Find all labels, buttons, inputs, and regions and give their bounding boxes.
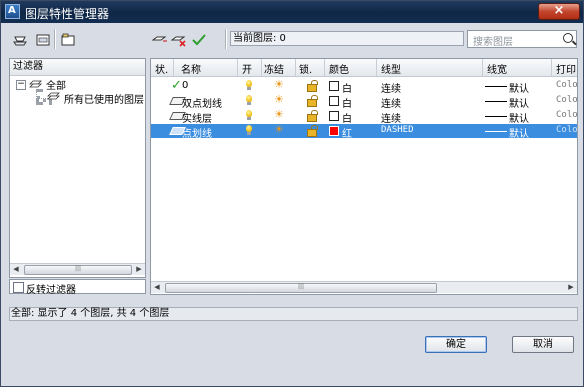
- tree-node-used-layers[interactable]: 所有已使用的图层: [64, 91, 144, 106]
- current-layer-display: 当前图层: 0: [230, 31, 464, 46]
- column-linetype[interactable]: 线型: [381, 61, 401, 76]
- new-property-filter-icon[interactable]: [12, 33, 28, 47]
- unlock-icon[interactable]: [307, 80, 318, 92]
- tree-collapse-icon[interactable]: −: [16, 80, 26, 90]
- tree-node-all[interactable]: 全部: [46, 77, 66, 92]
- title-bar[interactable]: A 图层特性管理器 ×: [1, 1, 583, 23]
- toolbar-separator: [54, 29, 56, 49]
- layer-name[interactable]: 0: [182, 80, 188, 91]
- color-swatch[interactable]: [329, 81, 339, 91]
- lineweight[interactable]: 默认: [509, 125, 529, 140]
- layer-properties-dialog: A 图层特性管理器 × 当前图层: 0 搜索图层 过滤器 − 全部 所有已使用的…: [0, 0, 584, 387]
- color-swatch[interactable]: [329, 126, 339, 136]
- scroll-thumb[interactable]: |||: [165, 283, 437, 293]
- cancel-button[interactable]: 取消: [512, 336, 574, 353]
- all-filter-icon: [29, 80, 42, 88]
- linetype[interactable]: 连续: [381, 110, 401, 125]
- window-title: 图层特性管理器: [25, 7, 110, 21]
- scroll-right-icon[interactable]: ▶: [133, 264, 145, 275]
- lineweight[interactable]: 默认: [509, 80, 529, 95]
- lineweight-sample: [485, 116, 507, 117]
- unlock-icon[interactable]: [307, 110, 318, 122]
- lineweight[interactable]: 默认: [509, 95, 529, 110]
- plot-style[interactable]: Colo: [556, 110, 577, 120]
- column-name[interactable]: 名称: [181, 61, 201, 76]
- ok-button[interactable]: 确定: [425, 336, 487, 353]
- layer-row[interactable]: 实线层 ☀ 白 连续 默认 Colo: [151, 109, 577, 125]
- tree-connector: [36, 89, 40, 105]
- new-group-filter-icon[interactable]: [35, 33, 51, 47]
- invert-filter-label: 反转过滤器: [26, 285, 76, 296]
- column-plot-style[interactable]: 打印: [556, 61, 576, 76]
- search-placeholder: 搜索图层: [473, 37, 513, 48]
- column-on[interactable]: 开: [242, 61, 252, 76]
- unlock-icon[interactable]: [307, 125, 318, 137]
- color-name[interactable]: 白: [342, 110, 352, 125]
- column-header-row: 状. 名称 开 冻结 锁. 颜色 线型 线宽 打印: [151, 59, 577, 77]
- column-freeze[interactable]: 冻结: [264, 61, 284, 76]
- lineweight-sample: [485, 101, 507, 102]
- column-lock[interactable]: 锁.: [299, 61, 312, 76]
- status-bar: 全部: 显示了 4 个图层, 共 4 个图层: [9, 307, 578, 321]
- color-name[interactable]: 红: [342, 125, 352, 140]
- layer-states-manager-icon[interactable]: [60, 33, 76, 47]
- layer-name[interactable]: 实线层: [182, 110, 212, 125]
- color-name[interactable]: 白: [342, 95, 352, 110]
- set-current-icon[interactable]: [191, 33, 207, 47]
- on-bulb-icon[interactable]: [246, 125, 252, 135]
- close-button[interactable]: ×: [538, 3, 580, 20]
- filter-horizontal-scrollbar[interactable]: ◀ ||| ▶: [10, 263, 145, 275]
- unlock-icon[interactable]: [307, 95, 318, 107]
- column-status[interactable]: 状.: [155, 61, 168, 76]
- plot-style[interactable]: Colo: [556, 125, 577, 135]
- lineweight-sample: [485, 86, 507, 87]
- layer-row[interactable]: 双点划线 ☀ 白 连续 默认 Colo: [151, 94, 577, 110]
- scroll-left-icon[interactable]: ◀: [151, 282, 163, 293]
- new-layer-icon[interactable]: [152, 33, 168, 47]
- column-lineweight[interactable]: 线宽: [487, 61, 507, 76]
- search-icon[interactable]: [563, 33, 573, 43]
- linetype[interactable]: 连续: [381, 95, 401, 110]
- layer-name[interactable]: 点划线: [182, 125, 212, 140]
- column-color[interactable]: 颜色: [329, 61, 349, 76]
- filter-tree-header: 过滤器: [10, 59, 145, 76]
- plot-style[interactable]: Colo: [556, 95, 577, 105]
- linetype[interactable]: 连续: [381, 80, 401, 95]
- layer-row-selected[interactable]: 点划线 ☀ 红 DASHED 默认 Colo: [151, 124, 577, 140]
- thaw-sun-icon[interactable]: ☀: [274, 94, 284, 106]
- layer-list-panel[interactable]: 状. 名称 开 冻结 锁. 颜色 线型 线宽 打印 ✓ 0 ☀ 白 连续 默认 …: [150, 58, 578, 295]
- on-bulb-icon[interactable]: [246, 95, 252, 105]
- thaw-sun-icon[interactable]: ☀: [274, 124, 284, 136]
- on-bulb-icon[interactable]: [246, 110, 252, 120]
- toolbar-separator: [225, 29, 227, 49]
- color-swatch[interactable]: [329, 111, 339, 121]
- invert-filter-checkbox[interactable]: [13, 282, 24, 293]
- on-bulb-icon[interactable]: [246, 80, 252, 90]
- scroll-thumb[interactable]: |||: [24, 265, 132, 275]
- delete-layer-icon[interactable]: [171, 33, 187, 47]
- plot-style[interactable]: Colo: [556, 80, 577, 90]
- color-swatch[interactable]: [329, 96, 339, 106]
- layer-row[interactable]: ✓ 0 ☀ 白 连续 默认 Colo: [151, 78, 577, 95]
- search-input[interactable]: 搜索图层: [467, 30, 577, 48]
- used-layers-filter-icon: [47, 92, 60, 100]
- linetype[interactable]: DASHED: [381, 125, 414, 135]
- scroll-left-icon[interactable]: ◀: [10, 264, 22, 275]
- scroll-right-icon[interactable]: ▶: [565, 282, 577, 293]
- thaw-sun-icon[interactable]: ☀: [274, 79, 284, 91]
- app-icon: A: [5, 4, 20, 19]
- layer-list-horizontal-scrollbar[interactable]: ◀ ||| ▶: [151, 281, 577, 293]
- filter-tree-panel[interactable]: 过滤器 − 全部 所有已使用的图层 ◀ ||| ▶: [9, 58, 146, 278]
- lineweight-sample: [485, 131, 507, 132]
- layer-name[interactable]: 双点划线: [182, 95, 222, 110]
- lineweight[interactable]: 默认: [509, 110, 529, 125]
- color-name[interactable]: 白: [342, 80, 352, 95]
- current-layer-check-icon: ✓: [171, 78, 182, 93]
- invert-filter-option[interactable]: 反转过滤器: [9, 279, 146, 296]
- thaw-sun-icon[interactable]: ☀: [274, 109, 284, 121]
